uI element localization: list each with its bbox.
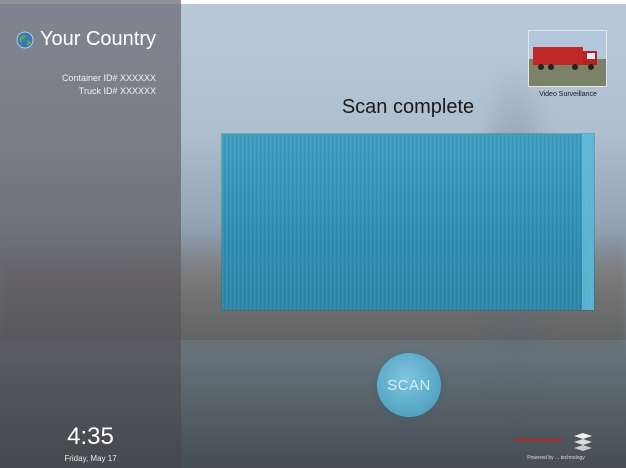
truck-id: Truck ID# XXXXXX (78, 86, 156, 96)
truck-thumbnail (529, 31, 606, 86)
container-id: Container ID# XXXXXX (61, 73, 156, 83)
scan-status: Scan complete (341, 96, 475, 118)
clock-time: 4:35 (67, 423, 114, 450)
brand-logo-icon (574, 433, 592, 451)
brand-mark (515, 430, 605, 451)
clock-date: Friday, May 17 (64, 454, 117, 463)
container-scan-image (222, 134, 594, 310)
video-surveillance-thumbnail[interactable] (528, 30, 607, 87)
container-scan-edge (582, 134, 594, 310)
country-name: Your Country (40, 28, 156, 50)
info-sidebar: Your Country Container ID# XXXXXX Truck … (0, 0, 181, 468)
country-header: Your Country (16, 28, 156, 51)
powered-by-text: Powered by ... technology (527, 455, 585, 461)
brand-red-bar (515, 439, 563, 441)
globe-icon (16, 31, 34, 48)
scanner-screen: Your Country Container ID# XXXXXX Truck … (0, 0, 626, 468)
id-info: Container ID# XXXXXX Truck ID# XXXXXX (0, 72, 156, 98)
scan-button[interactable]: SCAN (377, 353, 441, 417)
